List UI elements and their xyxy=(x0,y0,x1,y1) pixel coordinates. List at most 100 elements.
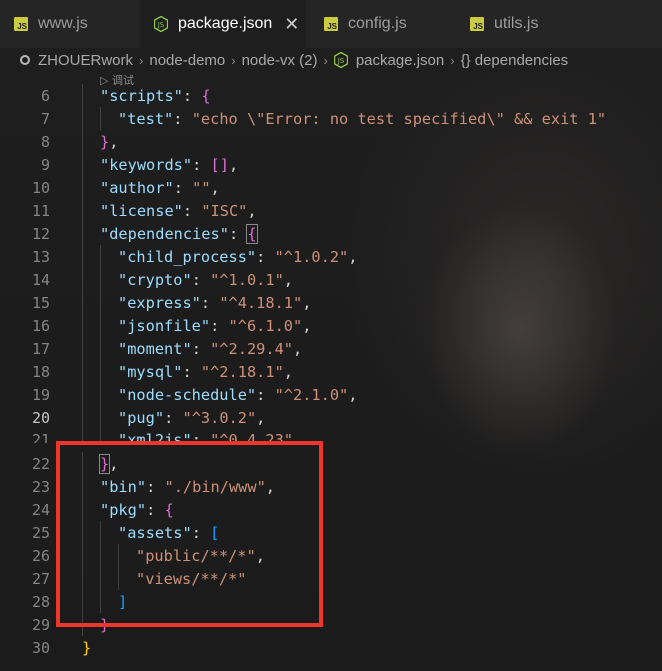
json-key: "pkg" xyxy=(100,500,147,519)
line-content: "pug": "^3.0.2", xyxy=(118,408,266,427)
line-content: "public/**/*", xyxy=(136,546,265,565)
tab-label: package.json xyxy=(178,15,273,32)
line-number: 16 xyxy=(31,316,50,335)
chevron-right-icon: › xyxy=(323,52,328,68)
code-line: 29 } xyxy=(0,613,662,636)
tab-label: config.js xyxy=(348,15,407,32)
indent-guide xyxy=(82,268,83,291)
breadcrumb-root[interactable]: ZHOUERwork xyxy=(38,52,133,69)
line-content: "license": "ISC", xyxy=(100,201,257,220)
indent-guide xyxy=(82,337,83,360)
json-string: "views/**/*" xyxy=(136,569,247,588)
code-line: 15 "express": "^4.18.1", xyxy=(0,291,662,314)
line-content: ] xyxy=(118,592,128,611)
tab-package-json[interactable]: JS package.json ✕ xyxy=(140,0,306,48)
line-number: 29 xyxy=(31,615,50,634)
code-line: 12 "dependencies": { xyxy=(0,222,662,245)
chevron-right-icon: › xyxy=(139,52,144,68)
nodejs-icon: JS xyxy=(333,52,348,68)
svg-text:JS: JS xyxy=(157,21,165,29)
json-key: "mysql" xyxy=(118,362,183,381)
json-string: "^2.1.0" xyxy=(274,385,349,404)
indent-guide xyxy=(118,567,119,590)
json-string: "^0.4.23" xyxy=(210,431,293,443)
line-number: 18 xyxy=(31,362,50,381)
json-string: "echo \"Error: no test specified\" && ex… xyxy=(191,109,607,128)
line-number: 13 xyxy=(31,247,50,266)
line-content: "xml2js": "^0.4.23" xyxy=(118,429,293,443)
code-line: 25 "assets": [ xyxy=(0,521,662,544)
indent-guide xyxy=(82,498,83,521)
line-number: 24 xyxy=(31,500,50,519)
indent-guide xyxy=(82,245,83,268)
json-key: "test" xyxy=(118,109,174,128)
code-line: 23 "bin": "./bin/www", xyxy=(0,475,662,498)
line-content: "assets": [ xyxy=(118,523,220,542)
indent-guide xyxy=(82,521,83,544)
breadcrumb: ZHOUERwork › node-demo › node-vx (2) › J… xyxy=(0,48,662,72)
indent-guide xyxy=(100,406,101,429)
close-icon[interactable]: ✕ xyxy=(284,14,299,35)
indent-guide xyxy=(82,222,83,245)
code-line: 28 ] xyxy=(0,590,662,613)
json-string: "^2.29.4" xyxy=(210,339,293,358)
tab-utils-js[interactable]: JS utils.js xyxy=(452,0,592,48)
line-number: 11 xyxy=(31,201,50,220)
code-line: 19 "node-schedule": "^2.1.0", xyxy=(0,383,662,406)
line-number: 6 xyxy=(40,86,50,105)
line-content: }, xyxy=(100,132,119,151)
line-number: 25 xyxy=(31,523,50,542)
line-number: 27 xyxy=(31,569,50,588)
tab-config-js[interactable]: JS config.js xyxy=(306,0,452,48)
code-line: 14 "crypto": "^1.0.1", xyxy=(0,268,662,291)
js-icon: JS xyxy=(470,17,484,31)
line-number: 10 xyxy=(31,178,50,197)
chevron-right-icon: › xyxy=(231,52,236,68)
json-key: "author" xyxy=(100,178,174,197)
indent-guide xyxy=(100,544,101,567)
breadcrumb-item[interactable]: package.json xyxy=(356,52,444,69)
js-icon: JS xyxy=(324,17,338,31)
indent-guide xyxy=(100,590,101,613)
js-icon: JS xyxy=(14,17,28,31)
json-string: "^1.0.1" xyxy=(210,270,284,289)
code-line: 7 "test": "echo \"Error: no test specifi… xyxy=(0,107,662,130)
json-key: "jsonfile" xyxy=(118,316,211,335)
code-line: 18 "mysql": "^2.18.1", xyxy=(0,360,662,383)
line-content: "dependencies": { xyxy=(100,223,258,244)
indent-guide xyxy=(82,567,83,590)
json-string: "./bin/www" xyxy=(164,477,266,496)
indent-guide xyxy=(82,590,83,613)
json-key: "express" xyxy=(118,293,201,312)
json-key: "bin" xyxy=(100,477,147,496)
indent-guide xyxy=(82,475,83,498)
line-content: "child_process": "^1.0.2", xyxy=(118,247,358,266)
indent-guide xyxy=(82,130,83,153)
line-number: 14 xyxy=(31,270,50,289)
indent-guide xyxy=(100,521,101,544)
circle-icon xyxy=(20,55,30,65)
breadcrumb-item[interactable]: {} dependencies xyxy=(461,52,569,69)
code-line: 21 "xml2js": "^0.4.23" xyxy=(0,429,662,443)
indent-guide xyxy=(82,383,83,406)
code-line: 13 "child_process": "^1.0.2", xyxy=(0,245,662,268)
line-content: } xyxy=(82,638,92,657)
json-string: "^2.18.1" xyxy=(200,362,284,381)
json-key: "dependencies" xyxy=(100,224,229,243)
breadcrumb-item[interactable]: node-vx (2) xyxy=(242,52,318,69)
json-key: "assets" xyxy=(118,523,192,542)
line-content: "mysql": "^2.18.1", xyxy=(118,362,293,381)
code-editor[interactable]: ▷ 调试 6 "scripts": { 7 "test": "echo \"Er… xyxy=(0,72,662,671)
line-content: "author": "", xyxy=(100,178,220,197)
line-content: } xyxy=(100,615,110,634)
indent-guide xyxy=(82,406,83,429)
line-content: "pkg": { xyxy=(100,500,174,519)
indent-guide xyxy=(100,107,101,130)
chevron-right-icon: › xyxy=(450,52,455,68)
tab-www-js[interactable]: JS www.js xyxy=(0,0,140,48)
code-line: 11 "license": "ISC", xyxy=(0,199,662,222)
breadcrumb-item[interactable]: node-demo xyxy=(149,52,225,69)
line-content: "jsonfile": "^6.1.0", xyxy=(118,316,312,335)
json-key: "scripts" xyxy=(100,86,183,105)
indent-guide xyxy=(100,360,101,383)
